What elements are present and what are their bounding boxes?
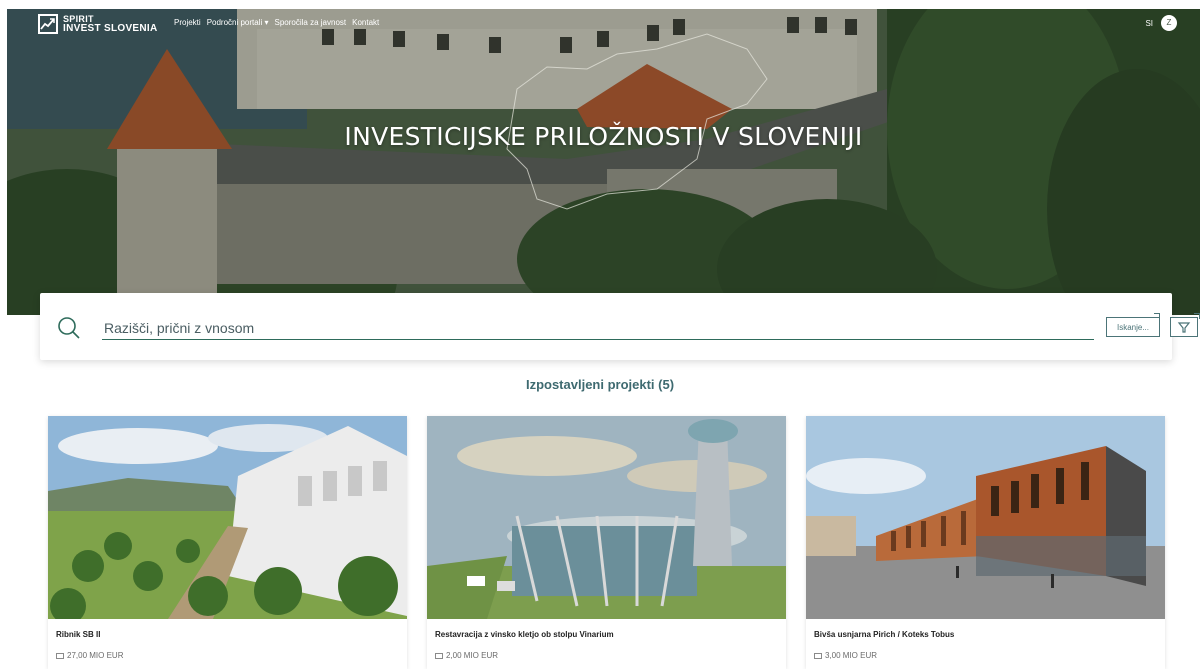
project-card[interactable]: Ribnik SB II 27,00 MIO EUR bbox=[48, 416, 407, 669]
language-switch[interactable]: SI bbox=[1145, 19, 1153, 28]
logo-line-2: INVEST SLOVENIA bbox=[63, 23, 158, 34]
nav-links: Projekti Področni portali ▾ Sporočila za… bbox=[174, 18, 379, 27]
search-bar: Iskanje... bbox=[40, 293, 1200, 360]
filter-button-corner-icon bbox=[1194, 313, 1200, 319]
project-name: Ribnik SB II bbox=[56, 630, 101, 639]
money-icon bbox=[435, 652, 443, 659]
project-name: Restavracija z vinsko kletjo ob stolpu V… bbox=[435, 630, 614, 639]
money-icon bbox=[814, 652, 822, 659]
avatar[interactable]: Z bbox=[1161, 15, 1177, 31]
nav-right: SI Z bbox=[1145, 15, 1177, 31]
nav-item-podrocni-portali[interactable]: Področni portali ▾ bbox=[207, 18, 269, 27]
filter-button[interactable] bbox=[1170, 317, 1198, 337]
page-title: INVESTICIJSKE PRILOŽNOSTI V SLOVENIJI bbox=[344, 122, 863, 151]
nav-item-sporocila[interactable]: Sporočila za javnost bbox=[275, 18, 347, 27]
hero-banner: SPIRIT INVEST SLOVENIA Projekti Področni… bbox=[7, 9, 1200, 315]
page: SPIRIT INVEST SLOVENIA Projekti Področni… bbox=[0, 0, 1200, 669]
search-icon bbox=[58, 317, 80, 339]
nav-item-projekti[interactable]: Projekti bbox=[174, 18, 201, 27]
project-price-value: 27,00 MIO EUR bbox=[67, 651, 124, 660]
project-name: Bivša usnjarna Pirich / Koteks Tobus bbox=[814, 630, 955, 639]
top-navigation: SPIRIT INVEST SLOVENIA Projekti Področni… bbox=[7, 9, 1200, 49]
search-button[interactable]: Iskanje... bbox=[1106, 317, 1160, 337]
logo[interactable]: SPIRIT INVEST SLOVENIA bbox=[38, 14, 158, 34]
project-image bbox=[48, 416, 407, 619]
search-input[interactable] bbox=[102, 316, 1094, 340]
nav-item-kontakt[interactable]: Kontakt bbox=[352, 18, 379, 27]
filter-icon bbox=[1177, 322, 1191, 333]
project-image bbox=[806, 416, 1165, 619]
project-price: 3,00 MIO EUR bbox=[814, 651, 877, 660]
hero-background-image bbox=[7, 9, 1200, 315]
project-price: 27,00 MIO EUR bbox=[56, 651, 123, 660]
project-card[interactable]: Bivša usnjarna Pirich / Koteks Tobus 3,0… bbox=[806, 416, 1165, 669]
project-card[interactable]: Restavracija z vinsko kletjo ob stolpu V… bbox=[427, 416, 786, 669]
project-price-value: 3,00 MIO EUR bbox=[825, 651, 878, 660]
project-price-value: 2,00 MIO EUR bbox=[446, 651, 499, 660]
search-button-corner-icon bbox=[1154, 313, 1160, 319]
project-image bbox=[427, 416, 786, 619]
project-price: 2,00 MIO EUR bbox=[435, 651, 498, 660]
logo-chart-icon bbox=[38, 14, 58, 34]
money-icon bbox=[56, 652, 64, 659]
featured-projects-title: Izpostavljeni projekti (5) bbox=[525, 377, 675, 392]
